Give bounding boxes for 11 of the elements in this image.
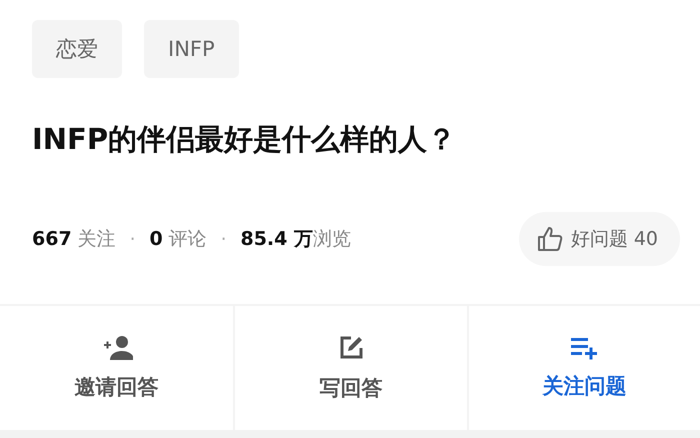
separator-dot: · — [130, 228, 136, 250]
question-title: INFP的伴侣最好是什么样的人？ — [32, 121, 458, 158]
topic-tag[interactable]: 恋爱 — [32, 20, 122, 78]
stat-text: 0 评论 — [149, 227, 207, 252]
thumbs-up-icon — [536, 226, 563, 252]
like-button[interactable]: 好问题 40 — [518, 212, 680, 266]
stat-text: 667 关注 — [32, 227, 116, 252]
playlist-add-icon — [570, 336, 598, 360]
stat-text: 85.4 万浏览 — [240, 227, 351, 252]
separator-dot: · — [220, 228, 226, 250]
topic-tag[interactable]: INFP — [144, 20, 239, 78]
